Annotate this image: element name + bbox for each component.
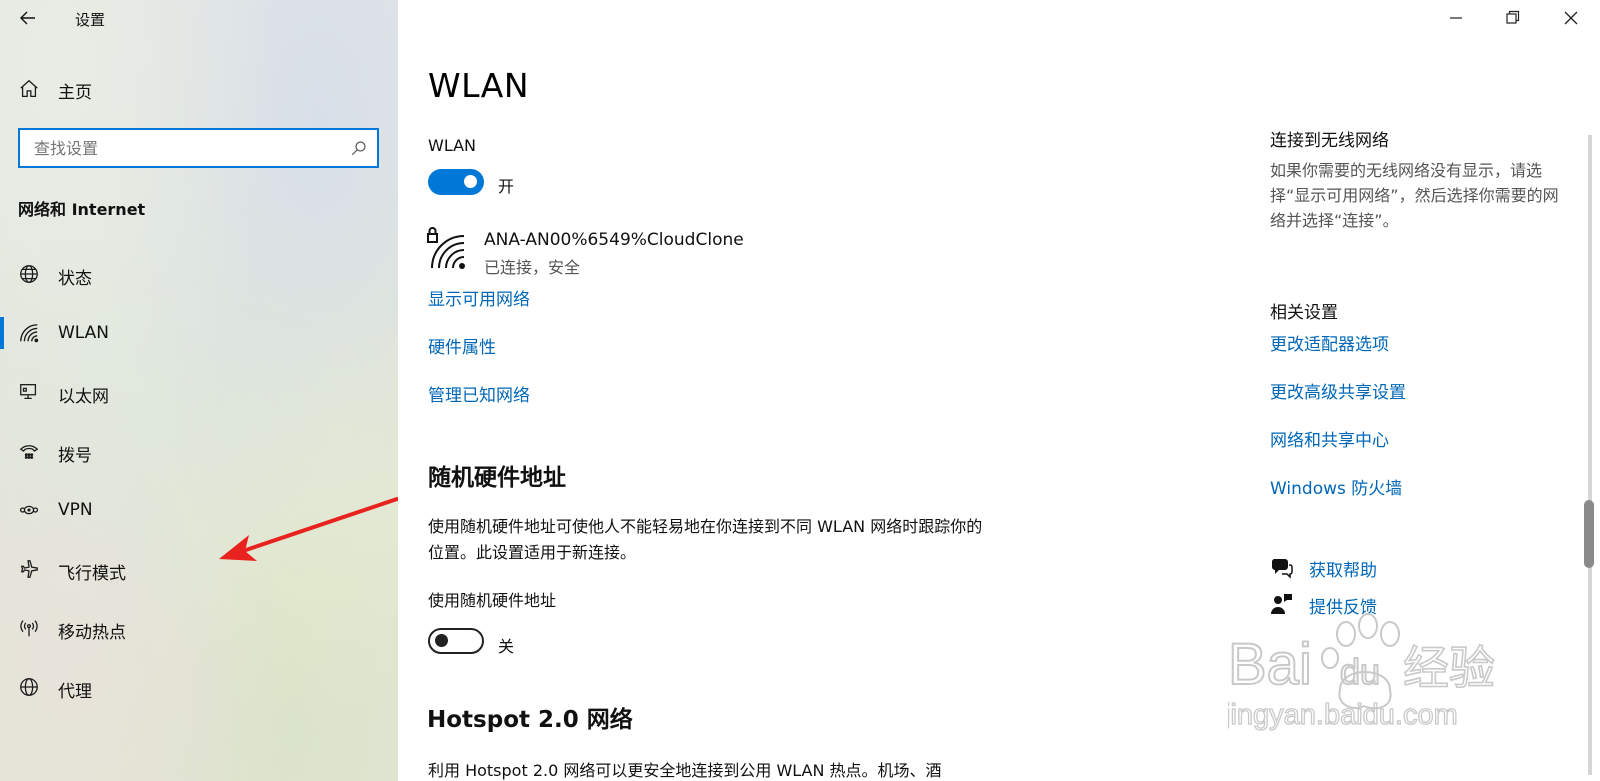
give-feedback-link[interactable]: 提供反馈 — [1309, 593, 1377, 618]
back-arrow-icon — [20, 11, 35, 25]
wifi-icon — [20, 324, 39, 343]
toggle-knob — [435, 634, 448, 647]
sidebar-item-label: VPN — [58, 500, 93, 520]
get-help-icon — [1271, 559, 1293, 579]
manage-known-networks-link[interactable]: 管理已知网络 — [428, 381, 530, 406]
proxy-globe-icon — [20, 678, 38, 696]
hardware-properties-link[interactable]: 硬件属性 — [428, 333, 496, 358]
random-mac-toggle[interactable] — [428, 628, 484, 654]
close-button[interactable] — [1548, 0, 1594, 36]
network-sharing-center-link[interactable]: 网络和共享中心 — [1270, 426, 1389, 451]
sidebar-item-label: 代理 — [58, 682, 92, 702]
sidebar-item-airplane-mode[interactable]: 飞行模式 — [0, 547, 398, 591]
main-content: WLAN WLAN 开 ANA-AN00%6549%CloudClone 已连接… — [398, 0, 1600, 781]
wlan-toggle-state: 开 — [498, 177, 515, 196]
wlan-toggle-label: WLAN — [428, 136, 477, 155]
restore-button[interactable] — [1490, 0, 1536, 36]
search-box[interactable] — [18, 128, 379, 168]
show-available-networks-link[interactable]: 显示可用网络 — [428, 285, 530, 310]
sidebar-item-label: 飞行模式 — [58, 564, 126, 584]
sidebar-item-label: 移动热点 — [58, 623, 126, 643]
sidebar-item-dialup[interactable]: 拨号 — [0, 429, 398, 473]
back-button[interactable] — [16, 6, 40, 30]
advanced-sharing-settings-link[interactable]: 更改高级共享设置 — [1270, 378, 1406, 403]
section-title: 网络和 Internet — [18, 200, 146, 219]
related-settings-heading: 相关设置 — [1270, 303, 1338, 323]
airplane-icon — [20, 560, 38, 578]
globe-status-icon — [20, 265, 38, 283]
change-adapter-options-link[interactable]: 更改适配器选项 — [1270, 330, 1389, 355]
sidebar-item-label: 主页 — [58, 83, 92, 103]
sidebar-item-label: 状态 — [58, 269, 92, 289]
sidebar-item-proxy[interactable]: 代理 — [0, 665, 398, 709]
ethernet-icon — [20, 384, 37, 400]
title-bar: 设置 — [0, 0, 398, 36]
wlan-toggle[interactable] — [428, 169, 484, 195]
connect-wireless-heading: 连接到无线网络 — [1270, 131, 1389, 151]
sidebar-item-status[interactable]: 状态 — [0, 252, 398, 296]
sidebar-item-home[interactable]: 主页 — [0, 70, 398, 110]
get-help-link[interactable]: 获取帮助 — [1309, 556, 1377, 581]
connect-wireless-text: 如果你需要的无线网络没有显示，请选择“显示可用网络”，然后选择你需要的网络并选择… — [1270, 161, 1559, 230]
feedback-icon — [1271, 594, 1292, 614]
page-title: WLAN — [428, 66, 530, 105]
network-status: 已连接，安全 — [484, 258, 581, 277]
vpn-icon — [19, 505, 39, 515]
toggle-knob — [464, 175, 477, 188]
search-input[interactable] — [34, 137, 334, 159]
random-mac-heading: 随机硬件地址 — [428, 465, 566, 491]
hotspot-heading: Hotspot 2.0 网络 — [427, 707, 633, 733]
random-mac-description: 使用随机硬件地址可使他人不能轻易地在你连接到不同 WLAN 网络时跟踪你的位置。… — [428, 517, 983, 562]
minimize-button[interactable] — [1433, 0, 1479, 36]
sidebar-item-wlan[interactable]: WLAN — [0, 311, 398, 355]
close-icon — [1564, 11, 1578, 25]
sidebar-item-label: 以太网 — [58, 387, 109, 407]
random-mac-toggle-label: 使用随机硬件地址 — [428, 591, 557, 610]
dialup-icon — [19, 445, 39, 459]
sidebar-item-ethernet[interactable]: 以太网 — [0, 370, 398, 414]
sidebar-item-label: 拨号 — [58, 446, 92, 466]
restore-icon — [1506, 10, 1520, 24]
sidebar-item-label: WLAN — [58, 323, 110, 343]
hotspot-description: 利用 Hotspot 2.0 网络可以更安全地连接到公用 WLAN 热点。机场、… — [428, 761, 942, 780]
network-name[interactable]: ANA-AN00%6549%CloudClone — [484, 230, 744, 250]
hotspot-icon — [20, 620, 38, 637]
search-icon[interactable] — [350, 139, 368, 157]
scrollbar-thumb[interactable] — [1584, 500, 1594, 568]
sidebar: 设置 主页 网络和 Internet 状态 WLAN 以太网 — [0, 0, 398, 781]
windows-firewall-link[interactable]: Windows 防火墙 — [1270, 474, 1402, 499]
sidebar-item-mobile-hotspot[interactable]: 移动热点 — [0, 606, 398, 650]
scrollbar-track[interactable] — [1588, 135, 1592, 775]
app-title: 设置 — [75, 11, 106, 29]
random-mac-toggle-state: 关 — [498, 637, 515, 656]
sidebar-item-vpn[interactable]: VPN — [0, 488, 398, 532]
secured-wifi-icon[interactable] — [426, 226, 468, 272]
minimize-icon — [1450, 17, 1462, 19]
home-icon — [20, 79, 38, 97]
